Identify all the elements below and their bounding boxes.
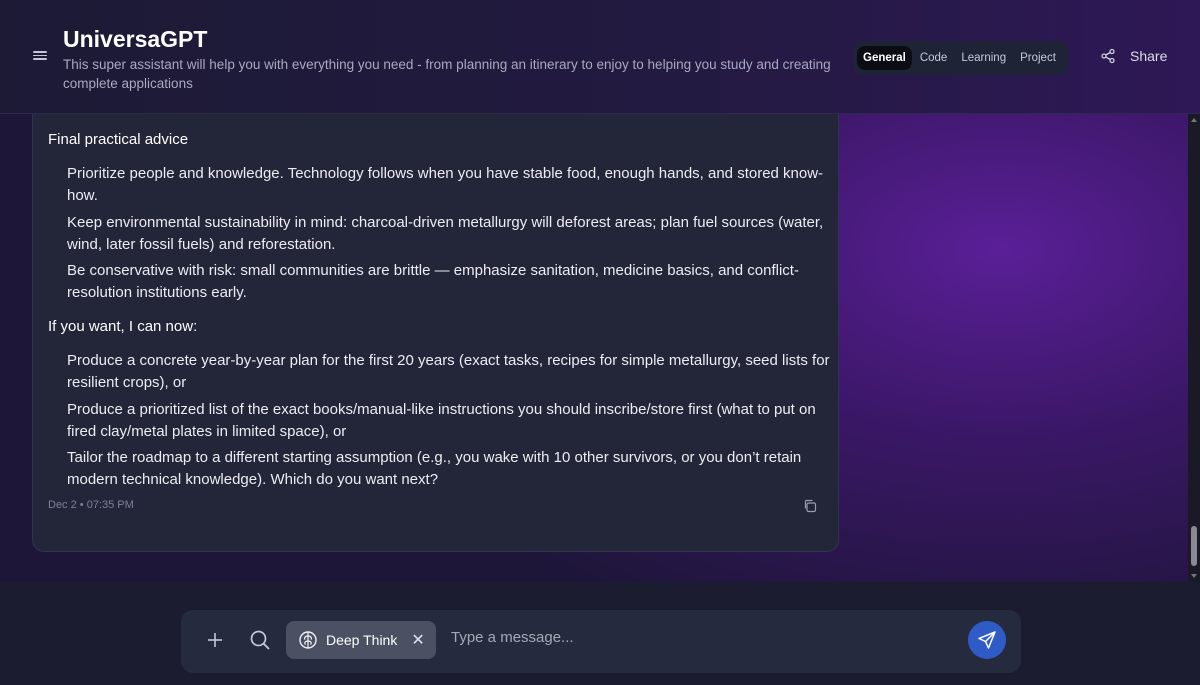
tab-code[interactable]: Code bbox=[914, 46, 954, 70]
deep-think-label: Deep Think bbox=[326, 632, 398, 648]
list-item: Produce a prioritized list of the exact … bbox=[67, 400, 816, 440]
app-header: UniversaGPT This super assistant will he… bbox=[0, 0, 1200, 114]
mode-tabs: General Code Learning Project bbox=[853, 41, 1068, 75]
brain-icon bbox=[299, 631, 317, 649]
list-item: Tailor the roadmap to a different starti… bbox=[67, 449, 802, 488]
chat-scrollbar[interactable] bbox=[1188, 114, 1200, 582]
section-heading: If you want, I can now: bbox=[48, 318, 198, 335]
message-timestamp: Dec 2 • 07:35 PM bbox=[48, 499, 134, 511]
message-composer: Deep Think ✕ bbox=[181, 610, 1021, 673]
send-icon bbox=[978, 631, 996, 649]
message-input[interactable] bbox=[451, 622, 951, 652]
tab-learning[interactable]: Learning bbox=[955, 46, 1012, 70]
share-label: Share bbox=[1130, 48, 1168, 64]
advice-list: Prioritize people and knowledge. Technol… bbox=[67, 163, 838, 304]
scroll-up-icon[interactable] bbox=[1191, 118, 1197, 122]
share-icon bbox=[1101, 48, 1115, 64]
plus-icon[interactable] bbox=[205, 630, 225, 650]
scroll-down-icon[interactable] bbox=[1191, 574, 1197, 578]
copy-icon[interactable] bbox=[803, 499, 817, 513]
deep-think-close-icon[interactable]: ✕ bbox=[411, 630, 424, 650]
search-icon[interactable] bbox=[249, 629, 271, 651]
list-item: Prioritize people and knowledge. Technol… bbox=[67, 165, 824, 204]
options-list: Produce a concrete year-by-year plan for… bbox=[67, 350, 838, 491]
tab-general[interactable]: General bbox=[857, 46, 912, 70]
section-heading: Final practical advice bbox=[48, 131, 189, 148]
hamburger-menu-icon[interactable] bbox=[33, 49, 47, 63]
deep-think-toggle[interactable]: Deep Think ✕ bbox=[286, 621, 436, 659]
share-button[interactable]: Share bbox=[1100, 48, 1167, 64]
list-item: Keep environmental sustainability in min… bbox=[67, 213, 824, 253]
assistant-message: Final practical advice Prioritize people… bbox=[32, 114, 839, 552]
app-title: UniversaGPT bbox=[63, 26, 208, 52]
list-item: Be conservative with risk: small communi… bbox=[67, 262, 799, 301]
tab-project[interactable]: Project bbox=[1014, 46, 1062, 70]
list-item: Produce a concrete year-by-year plan for… bbox=[67, 352, 830, 391]
scroll-thumb[interactable] bbox=[1191, 526, 1197, 566]
app-subtitle: This super assistant will help you with … bbox=[63, 57, 831, 91]
send-button[interactable] bbox=[968, 621, 1006, 659]
chat-area[interactable]: Final practical advice Prioritize people… bbox=[0, 114, 1188, 582]
